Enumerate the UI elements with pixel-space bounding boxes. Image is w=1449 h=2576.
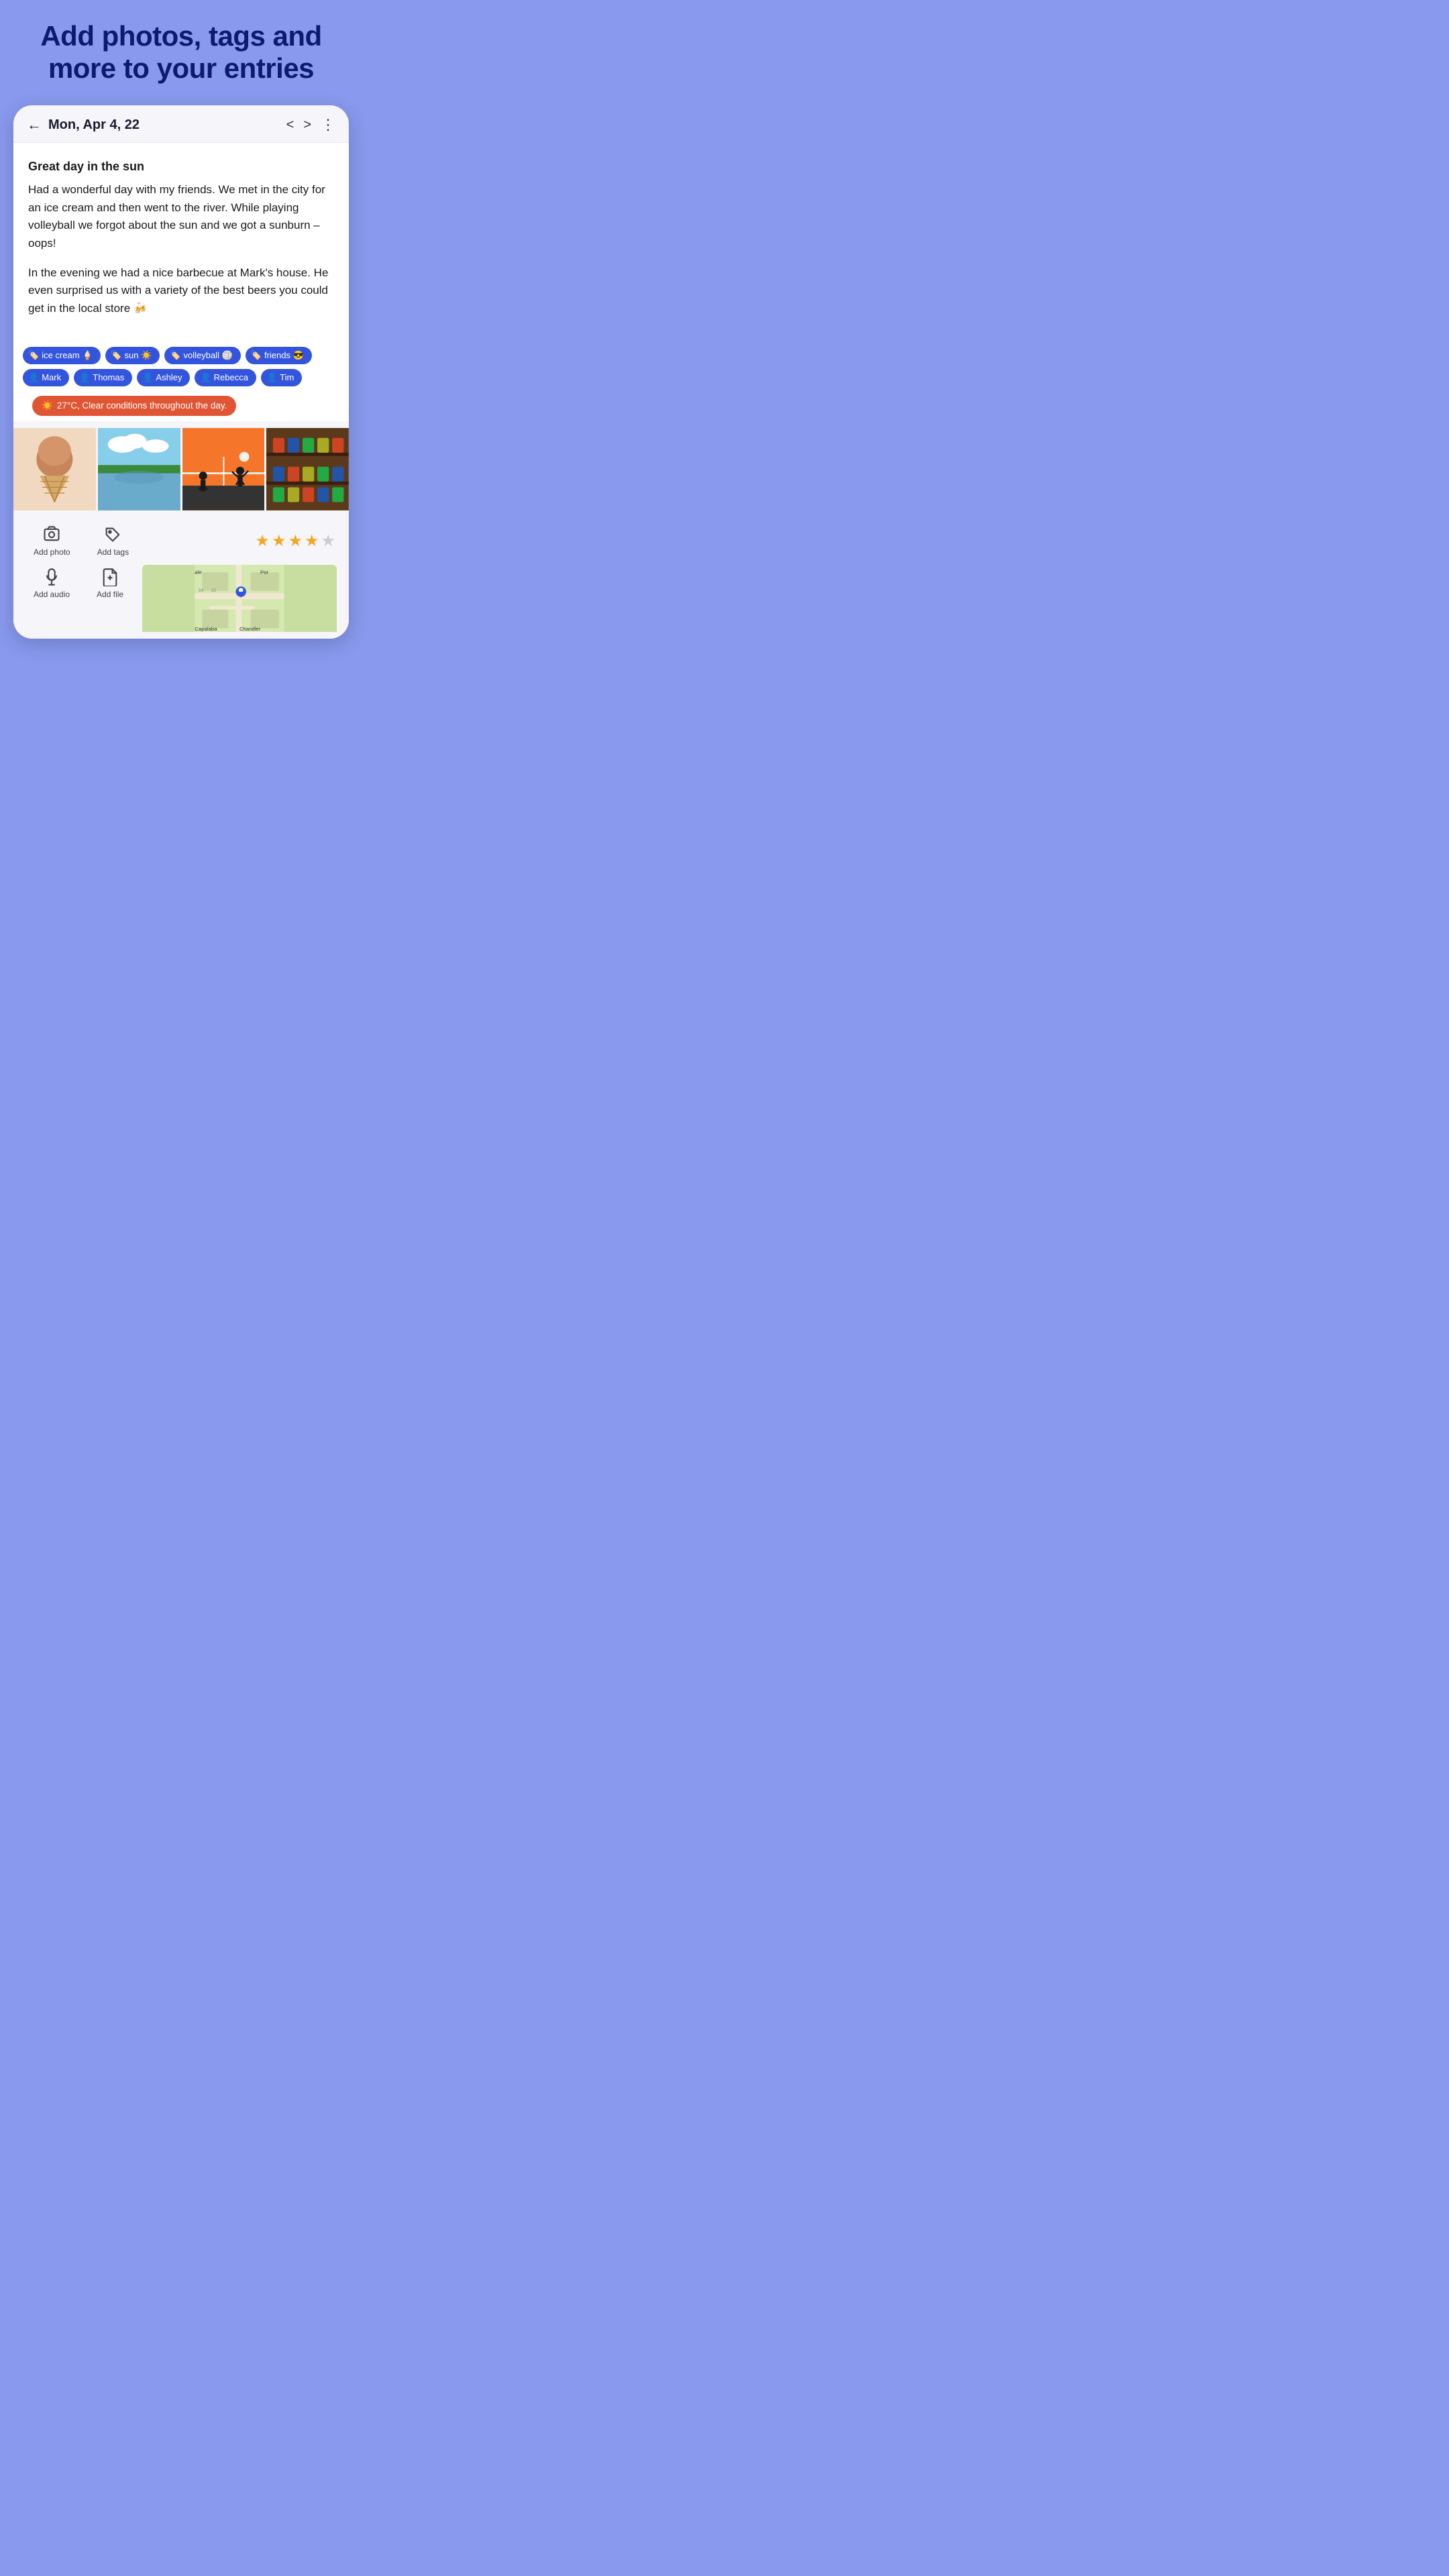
star-rating[interactable]: ★ ★ ★ ★ ★ bbox=[252, 520, 342, 562]
add-file-label: Add file bbox=[97, 590, 123, 599]
svg-text:22: 22 bbox=[211, 588, 217, 593]
tag-label: Mark bbox=[42, 372, 61, 382]
photo-beer[interactable] bbox=[266, 428, 349, 511]
person-icon: 👤 bbox=[200, 372, 211, 383]
tag-label: sun ☀️ bbox=[125, 350, 152, 361]
map-thumbnail[interactable]: 54 22 Capalaba Chandler Por ale bbox=[142, 565, 337, 632]
add-tags-button[interactable]: Add tags bbox=[84, 520, 142, 562]
add-audio-button[interactable]: Add audio bbox=[20, 562, 83, 635]
next-entry-button[interactable]: > bbox=[303, 117, 311, 133]
back-button[interactable]: ← bbox=[27, 117, 42, 132]
tag-person-thomas[interactable]: 👤 Thomas bbox=[74, 369, 132, 386]
more-options-button[interactable]: ⋮ bbox=[321, 117, 335, 132]
entry-body: Great day in the sun Had a wonderful day… bbox=[13, 143, 349, 340]
person-icon: 👤 bbox=[266, 372, 277, 383]
person-icon: 👤 bbox=[28, 372, 39, 383]
svg-text:ale: ale bbox=[195, 569, 201, 575]
actions-row-2: Add audio Add file bbox=[13, 562, 349, 635]
actions-row-1: Add photo Add tags ★ ★ ★ ★ ★ bbox=[13, 520, 349, 562]
svg-text:Capalaba: Capalaba bbox=[195, 625, 217, 631]
tag-label: Tim bbox=[280, 372, 294, 382]
tag-sun[interactable]: 🏷️ sun ☀️ bbox=[105, 347, 160, 364]
svg-text:Por: Por bbox=[260, 569, 268, 575]
card-header: ← Mon, Apr 4, 22 < > ⋮ bbox=[13, 105, 349, 143]
star-4[interactable]: ★ bbox=[305, 531, 319, 551]
tag-icon: 🏷️ bbox=[111, 350, 121, 361]
entry-paragraph-2: In the evening we had a nice barbecue at… bbox=[28, 264, 334, 317]
prev-entry-button[interactable]: < bbox=[286, 117, 294, 133]
tag-label: Thomas bbox=[93, 372, 124, 382]
tag-icon: 🏷️ bbox=[251, 350, 262, 361]
tag-label: Rebecca bbox=[214, 372, 248, 382]
photo-river[interactable] bbox=[98, 428, 180, 511]
add-photo-button[interactable]: Add photo bbox=[20, 520, 84, 562]
tag-person-mark[interactable]: 👤 Mark bbox=[23, 369, 69, 386]
add-file-button[interactable]: Add file bbox=[83, 562, 137, 635]
svg-text:Chandler: Chandler bbox=[239, 625, 261, 631]
entry-paragraph-1: Had a wonderful day with my friends. We … bbox=[28, 181, 334, 252]
add-audio-icon bbox=[42, 568, 61, 586]
tag-icecream[interactable]: 🏷️ ice cream 🍦 bbox=[23, 347, 101, 364]
tag-label: volleyball 🏐 bbox=[183, 350, 232, 361]
tag-friends[interactable]: 🏷️ friends 😎 bbox=[246, 347, 312, 364]
weather-bar: ☀️ 27°C, Clear conditions throughout the… bbox=[32, 396, 236, 416]
weather-text: 27°C, Clear conditions throughout the da… bbox=[57, 400, 227, 411]
tag-person-tim[interactable]: 👤 Tim bbox=[261, 369, 302, 386]
entry-title: Great day in the sun bbox=[28, 158, 334, 176]
weather-icon: ☀️ bbox=[42, 400, 53, 411]
tags-section: 🏷️ ice cream 🍦 🏷️ sun ☀️ 🏷️ volleyball 🏐… bbox=[13, 340, 349, 390]
star-2[interactable]: ★ bbox=[272, 531, 286, 551]
star-1[interactable]: ★ bbox=[255, 531, 270, 551]
star-3[interactable]: ★ bbox=[288, 531, 303, 551]
svg-text:54: 54 bbox=[199, 588, 204, 593]
add-tags-label: Add tags bbox=[97, 547, 129, 557]
tag-label: Ashley bbox=[156, 372, 182, 382]
bottom-actions: Add photo Add tags ★ ★ ★ ★ ★ bbox=[13, 511, 349, 639]
tag-label: friends 😎 bbox=[264, 350, 304, 361]
add-tags-icon bbox=[103, 525, 122, 544]
tag-person-rebecca[interactable]: 👤 Rebecca bbox=[195, 369, 256, 386]
photos-grid bbox=[13, 428, 349, 511]
tag-person-ashley[interactable]: 👤 Ashley bbox=[137, 369, 190, 386]
nav-controls: < > ⋮ bbox=[286, 117, 335, 133]
tag-label: ice cream 🍦 bbox=[42, 350, 93, 361]
add-file-icon bbox=[101, 568, 119, 586]
photo-volleyball[interactable] bbox=[182, 428, 265, 511]
journal-card: ← Mon, Apr 4, 22 < > ⋮ Great day in the … bbox=[13, 105, 349, 639]
add-photo-icon bbox=[42, 525, 61, 544]
add-photo-label: Add photo bbox=[34, 547, 70, 557]
map-container[interactable]: 54 22 Capalaba Chandler Por ale bbox=[137, 562, 342, 635]
add-audio-label: Add audio bbox=[34, 590, 70, 599]
page-headline: Add photos, tags and more to your entrie… bbox=[40, 20, 321, 85]
tag-volleyball[interactable]: 🏷️ volleyball 🏐 bbox=[164, 347, 240, 364]
entry-date: Mon, Apr 4, 22 bbox=[48, 117, 286, 133]
tag-icon: 🏷️ bbox=[170, 350, 180, 361]
photo-icecream[interactable] bbox=[13, 428, 96, 511]
person-icon: 👤 bbox=[79, 372, 90, 383]
tag-icon: 🏷️ bbox=[28, 350, 39, 361]
person-icon: 👤 bbox=[142, 372, 153, 383]
star-5[interactable]: ★ bbox=[321, 531, 335, 551]
